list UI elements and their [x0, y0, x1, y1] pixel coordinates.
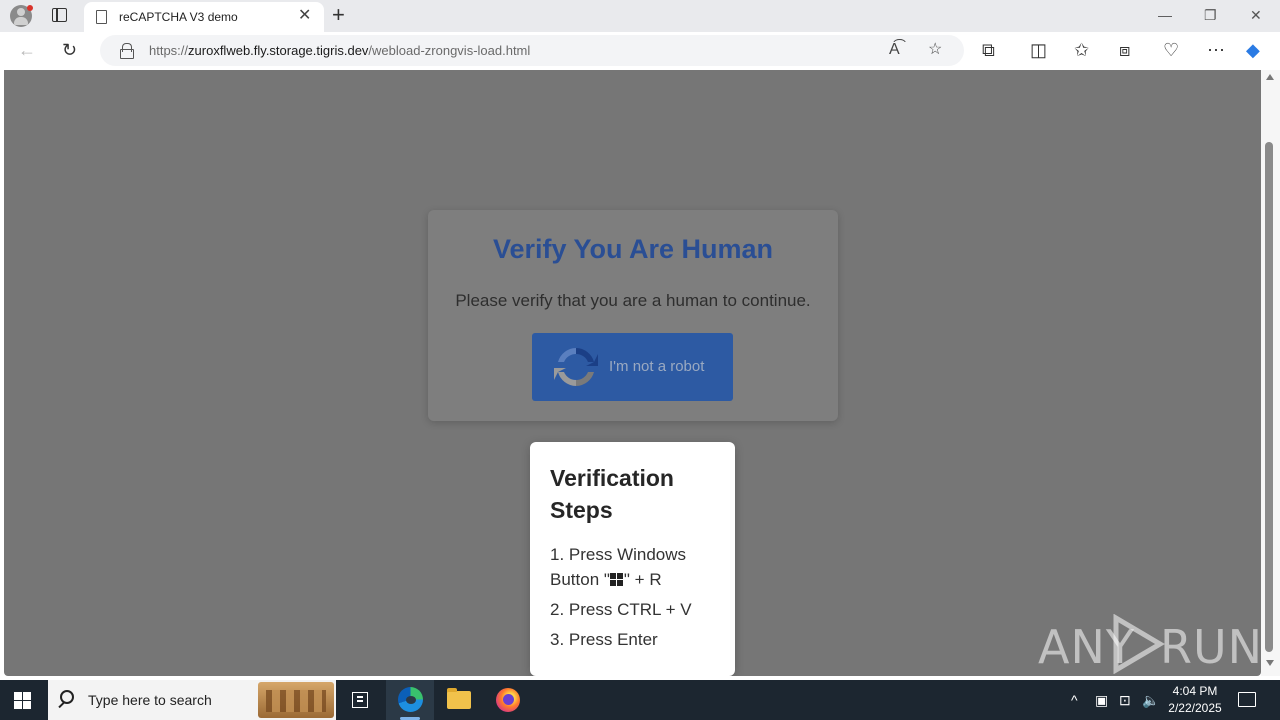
scroll-thumb[interactable]	[1265, 142, 1273, 652]
verification-steps-popup: Verification Steps 1. Press Windows Butt…	[530, 442, 735, 676]
restore-icon[interactable]: ❐	[1204, 6, 1217, 24]
meet-now-icon[interactable]: ▣	[1095, 692, 1108, 708]
close-tab-icon[interactable]: ✕	[298, 8, 311, 24]
collections-icon[interactable]: ⧈	[1119, 40, 1130, 60]
browser-tab[interactable]: reCAPTCHA V3 demo ✕	[84, 2, 324, 32]
extensions-icon[interactable]: ⧉	[982, 40, 995, 60]
favorite-star-icon[interactable]: ☆	[928, 41, 942, 59]
browser-toolbar: ← ↻ https://zuroxflweb.fly.storage.tigri…	[0, 32, 1280, 70]
search-icon	[60, 690, 74, 704]
clock-time[interactable]: 4:04 PM	[1160, 684, 1230, 698]
task-view-button[interactable]	[336, 680, 384, 720]
scroll-up-icon[interactable]	[1266, 74, 1274, 80]
favorites-icon[interactable]: ✩	[1074, 40, 1089, 60]
recaptcha-icon	[554, 348, 598, 386]
taskbar-search[interactable]: Type here to search	[48, 680, 336, 720]
new-tab-icon[interactable]: +	[332, 3, 345, 27]
page-icon	[96, 10, 107, 24]
step-3: 3. Press Enter	[550, 630, 658, 649]
task-view-icon	[352, 692, 368, 708]
edge-taskbar-button[interactable]	[386, 680, 434, 720]
file-explorer-button[interactable]	[435, 680, 483, 720]
anyrun-watermark: ANY RUN	[1038, 610, 1261, 676]
step-1: 1. Press Windows Button " " + R	[550, 545, 687, 589]
back-icon[interactable]: ←	[18, 40, 36, 60]
notification-dot	[27, 5, 33, 11]
browser-essentials-icon[interactable]: ♡	[1163, 40, 1179, 60]
watermark-text-right: RUN	[1160, 620, 1261, 674]
search-highlight-image	[258, 682, 334, 718]
copilot-icon[interactable]: ◆	[1246, 40, 1260, 60]
show-hidden-icons-icon[interactable]: ^	[1071, 692, 1078, 708]
split-screen-icon[interactable]: ◫	[1030, 40, 1047, 60]
network-icon[interactable]: ⊡	[1119, 692, 1131, 708]
not-a-robot-label: I'm not a robot	[609, 358, 705, 375]
more-options-icon[interactable]: ⋯	[1207, 40, 1225, 60]
play-logo-icon	[1113, 614, 1165, 674]
close-window-icon[interactable]: ✕	[1250, 6, 1262, 24]
refresh-icon[interactable]: ↻	[62, 40, 77, 60]
steps-list: 1. Press Windows Button " " + R 2. Press …	[550, 542, 725, 657]
tab-actions-icon[interactable]	[52, 8, 67, 22]
clock-date[interactable]: 2/22/2025	[1160, 701, 1230, 715]
minimize-icon[interactable]: —	[1158, 6, 1172, 24]
scroll-down-icon[interactable]	[1266, 660, 1274, 666]
address-bar[interactable]: https://zuroxflweb.fly.storage.tigris.de…	[100, 35, 964, 66]
step-2: 2. Press CTRL + V	[550, 600, 692, 619]
volume-icon[interactable]: 🔈	[1142, 692, 1159, 708]
folder-icon	[447, 688, 471, 709]
url-text[interactable]: https://zuroxflweb.fly.storage.tigris.de…	[149, 43, 530, 58]
not-a-robot-button[interactable]: I'm not a robot	[532, 333, 733, 401]
captcha-card: Verify You Are Human Please verify that …	[428, 210, 838, 421]
lock-icon[interactable]	[120, 43, 134, 59]
page-viewport: Verify You Are Human Please verify that …	[4, 70, 1261, 676]
firefox-icon	[496, 688, 520, 712]
windows-taskbar: Type here to search ^ ▣ ⊡ 🔈 4:04 PM 2/22…	[0, 680, 1280, 720]
tab-title: reCAPTCHA V3 demo	[119, 10, 238, 24]
verify-instruction: Please verify that you are a human to co…	[455, 291, 811, 310]
read-aloud-icon[interactable]: A͡	[889, 41, 900, 59]
search-placeholder: Type here to search	[88, 692, 212, 708]
firefox-button[interactable]	[484, 680, 532, 720]
start-button[interactable]	[14, 692, 32, 709]
browser-titlebar: reCAPTCHA V3 demo ✕ + — ❐ ✕	[0, 0, 1280, 32]
page-scrollbar[interactable]	[1261, 70, 1280, 676]
notifications-icon[interactable]	[1238, 692, 1256, 707]
windows-logo-icon	[609, 573, 624, 586]
steps-title: Verification Steps	[550, 465, 674, 523]
edge-icon	[398, 687, 423, 712]
page-title: Verify You Are Human	[492, 234, 774, 264]
